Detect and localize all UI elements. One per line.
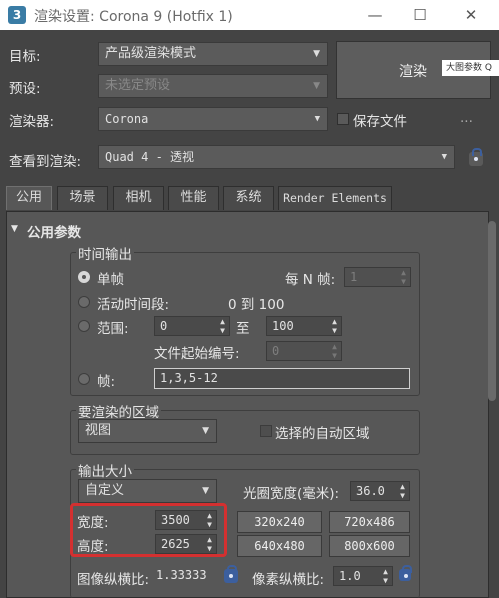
active-segment-label: 活动时间段: [97, 297, 170, 313]
tab-camera[interactable]: 相机 [113, 186, 164, 210]
pixel-aspect-label: 像素纵横比: [252, 572, 325, 588]
dropdown-arrow-icon: ▼ [441, 152, 447, 162]
dropdown-arrow-icon: ▼ [313, 49, 320, 59]
range-label: 范围: [97, 321, 129, 337]
tab-scene[interactable]: 场景 [57, 186, 108, 210]
image-aspect-label: 图像纵横比: [77, 572, 150, 588]
output-preset-value: 自定义 [85, 483, 125, 498]
highlight-box [70, 503, 227, 557]
auto-region-checkbox[interactable] [260, 425, 272, 437]
every-n-value: 1 [350, 270, 358, 284]
file-number-value: 0 [272, 344, 280, 358]
spinner-arrows-icon[interactable]: ▲ ▼ [220, 317, 225, 335]
tab-common[interactable]: 公用 [6, 186, 52, 210]
preset-720x486-button[interactable]: 720x486 [329, 511, 410, 533]
spinner-arrows-icon[interactable]: ▲ ▼ [332, 342, 337, 360]
frames-radio[interactable] [78, 373, 90, 385]
single-frame-label: 单帧 [97, 272, 124, 288]
area-value: 视图 [85, 423, 112, 438]
file-number-input[interactable]: 0 ▲ ▼ [266, 341, 342, 361]
dropdown-arrow-icon: ▼ [202, 486, 209, 496]
view-value: Quad 4 - 透视 [105, 150, 195, 164]
preset-800x600-button[interactable]: 800x600 [329, 535, 410, 557]
lock-icon[interactable] [224, 565, 238, 583]
save-file-label: 保存文件 [353, 114, 407, 130]
more-options-button[interactable]: ... [460, 110, 473, 126]
auto-region-label: 选择的自动区域 [275, 426, 370, 442]
close-button[interactable]: ✕ [456, 4, 486, 26]
frames-label: 帧: [97, 374, 116, 390]
active-segment-radio[interactable] [78, 296, 90, 308]
app-icon: 3 [8, 6, 26, 24]
image-aspect-value: 1.33333 [156, 568, 207, 582]
range-radio[interactable] [78, 320, 90, 332]
output-preset-dropdown[interactable]: 自定义 ▼ [78, 479, 217, 503]
range-end-value: 100 [272, 319, 294, 333]
spinner-arrows-icon[interactable]: ▲ ▼ [332, 317, 337, 335]
time-output-title: 时间输出 [76, 243, 134, 263]
frames-value: 1,3,5-12 [160, 371, 218, 385]
spinner-arrows-icon[interactable]: ▲ ▼ [383, 567, 388, 585]
aperture-label: 光圈宽度(毫米): [243, 486, 340, 502]
maximize-button[interactable]: ☐ [405, 4, 435, 26]
renderer-label: 渲染器: [9, 114, 55, 130]
render-button-label: 渲染 [399, 64, 427, 80]
target-value: 产品级渲染模式 [105, 46, 197, 61]
rollout-title[interactable]: 公用参数 [27, 221, 81, 241]
minimize-button[interactable]: — [360, 4, 390, 26]
preset-value: 未选定预设 [105, 78, 171, 93]
target-label: 目标: [9, 49, 41, 65]
pixel-aspect-input[interactable]: 1.0 ▲ ▼ [333, 566, 393, 586]
range-to-label: 至 [236, 321, 250, 337]
view-dropdown[interactable]: Quad 4 - 透视 ▼ [98, 145, 455, 169]
frames-input[interactable]: 1,3,5-12 [154, 368, 410, 389]
renderer-value: Corona [105, 112, 149, 126]
lock-icon[interactable] [399, 565, 412, 581]
range-start-input[interactable]: 0 ▲ ▼ [154, 316, 230, 336]
preset-640x480-button[interactable]: 640x480 [237, 535, 322, 557]
title-bar: 3 渲染设置: Corona 9 (Hotfix 1) — ☐ ✕ [0, 0, 499, 30]
single-frame-radio[interactable] [78, 271, 90, 283]
preset-320x240-button[interactable]: 320x240 [237, 511, 322, 533]
dropdown-arrow-icon: ▼ [202, 426, 209, 436]
output-size-title: 输出大小 [76, 460, 134, 480]
active-range-text: 0 到 100 [228, 297, 285, 313]
spinner-arrows-icon[interactable]: ▲ ▼ [400, 482, 405, 500]
lock-icon[interactable] [469, 148, 483, 166]
file-number-label: 文件起始编号: [154, 346, 240, 362]
range-end-input[interactable]: 100 ▲ ▼ [266, 316, 342, 336]
area-dropdown[interactable]: 视图 ▼ [78, 419, 217, 443]
dropdown-arrow-icon: ▼ [314, 114, 320, 124]
aperture-value: 36.0 [356, 484, 385, 498]
tab-system[interactable]: 系统 [223, 186, 274, 210]
collapse-triangle-icon[interactable]: ▼ [11, 224, 18, 234]
window-title: 渲染设置: Corona 9 (Hotfix 1) [34, 9, 233, 25]
renderer-dropdown[interactable]: Corona ▼ [98, 107, 328, 131]
area-title: 要渲染的区域 [76, 401, 161, 421]
pixel-aspect-value: 1.0 [339, 569, 361, 583]
preset-label: 预设: [9, 81, 41, 97]
spinner-arrows-icon[interactable]: ▲ ▼ [401, 268, 406, 286]
preset-dropdown[interactable]: 未选定预设 ▼ [98, 74, 328, 98]
every-n-label: 每 N 帧: [285, 272, 336, 288]
range-start-value: 0 [160, 319, 168, 333]
every-n-input[interactable]: 1 ▲ ▼ [344, 267, 411, 287]
tab-render-elements[interactable]: Render Elements [278, 186, 392, 210]
dropdown-arrow-icon: ▼ [313, 81, 320, 91]
tooltip: 大图参数 Q [442, 60, 499, 76]
save-file-checkbox[interactable] [337, 113, 349, 125]
aperture-input[interactable]: 36.0 ▲ ▼ [350, 481, 410, 501]
target-dropdown[interactable]: 产品级渲染模式 ▼ [98, 42, 328, 66]
scrollbar[interactable] [488, 221, 496, 401]
tab-performance[interactable]: 性能 [168, 186, 219, 210]
view-label: 查看到渲染: [9, 154, 82, 170]
